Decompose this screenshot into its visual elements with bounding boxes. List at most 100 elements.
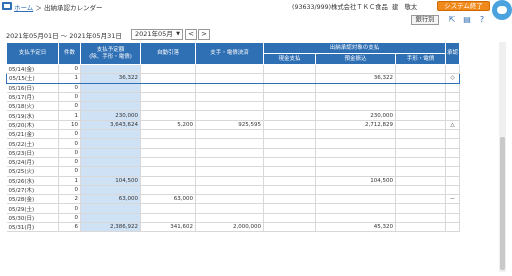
- month-select-value: 2021年05月: [135, 30, 173, 38]
- col-header-note[interactable]: 手形・電債: [395, 53, 446, 65]
- table-row[interactable]: 05/24(月) 0: [6, 157, 460, 168]
- row-total: 36,322: [80, 73, 141, 84]
- next-month-button[interactable]: >: [198, 29, 210, 40]
- col-header-date[interactable]: 支払予定日: [6, 42, 59, 65]
- row-note: [395, 120, 446, 131]
- table-row[interactable]: 05/15(土) 1 36,322 36,322 ◇: [6, 73, 460, 84]
- row-note: [395, 64, 446, 75]
- print-icon[interactable]: ▤: [462, 15, 472, 25]
- breadcrumb-home-link[interactable]: ホーム: [14, 4, 33, 12]
- calendar-table: 支払予定日 件数 支払予定額 (除、手形・電債) 自動引落 支手・電債決済 出納…: [6, 42, 460, 233]
- chevron-down-icon: ▼: [176, 31, 180, 37]
- home-icon[interactable]: [2, 2, 12, 10]
- row-total: [80, 92, 141, 103]
- row-payment: [195, 83, 264, 93]
- bank-view-button[interactable]: 銀行別: [411, 15, 439, 25]
- table-row[interactable]: 05/27(木) 0: [6, 185, 460, 196]
- row-cash: [263, 138, 316, 149]
- row-note: [395, 129, 446, 140]
- row-payment: [195, 148, 264, 158]
- table-row[interactable]: 05/23(日) 0: [6, 148, 460, 158]
- row-cash: [263, 222, 316, 233]
- scrollbar[interactable]: [499, 42, 506, 272]
- table-row[interactable]: 05/14(金) 0: [6, 64, 460, 75]
- table-row[interactable]: 05/28(金) 2 63,000 63,000 －: [6, 194, 460, 205]
- row-deposit: 45,320: [315, 222, 396, 233]
- col-header-count[interactable]: 件数: [58, 42, 81, 65]
- table-row[interactable]: 05/19(水) 1 230,000 230,000: [6, 110, 460, 121]
- row-date: 05/24(月): [6, 157, 59, 168]
- col-header-auto[interactable]: 自動引落: [140, 42, 196, 65]
- row-payment: [195, 129, 264, 140]
- scrollbar-thumb[interactable]: [500, 137, 505, 270]
- table-row[interactable]: 05/20(木) 10 3,643,624 5,200 925,595 2,712,829…: [6, 120, 460, 131]
- col-header-deposit[interactable]: 預金振込: [315, 53, 396, 65]
- row-approve-mark: ◇: [445, 73, 460, 84]
- breadcrumb: ホーム ＞ 出納承認カレンダー: [14, 2, 102, 12]
- row-payment: 2,000,000: [195, 222, 264, 233]
- row-cash: [263, 194, 316, 205]
- row-auto: [140, 166, 196, 177]
- row-note: [395, 73, 446, 84]
- table-row[interactable]: 05/21(金) 0: [6, 129, 460, 140]
- row-cash: [263, 83, 316, 93]
- row-auto: [140, 203, 196, 214]
- row-note: [395, 157, 446, 168]
- row-count: 10: [58, 120, 81, 131]
- row-approve-mark: [445, 157, 460, 168]
- row-auto: [140, 101, 196, 112]
- row-count: 0: [58, 129, 81, 140]
- row-deposit: [315, 138, 396, 149]
- row-count: 1: [58, 176, 81, 186]
- row-date: 05/29(土): [6, 203, 59, 214]
- row-deposit: [315, 64, 396, 75]
- row-deposit: 104,500: [315, 176, 396, 186]
- table-row[interactable]: 05/31(月) 6 2,386,922 341,602 2,000,000 45,320: [6, 222, 460, 233]
- row-cash: [263, 101, 316, 112]
- row-approve-mark: [445, 148, 460, 158]
- table-row[interactable]: 05/22(土) 0: [6, 138, 460, 149]
- table-row[interactable]: 05/25(火) 0: [6, 166, 460, 177]
- row-auto: [140, 83, 196, 93]
- row-note: [395, 203, 446, 214]
- col-header-payment[interactable]: 支手・電債決済: [195, 42, 264, 65]
- col-header-approve[interactable]: 承認: [445, 42, 460, 65]
- row-payment: [195, 157, 264, 168]
- row-approve-mark: [445, 101, 460, 112]
- row-payment: [195, 194, 264, 205]
- table-row[interactable]: 05/30(日) 0: [6, 213, 460, 224]
- row-date: 05/21(金): [6, 129, 59, 140]
- row-count: 0: [58, 148, 81, 158]
- month-select[interactable]: 2021年05月 ▼: [131, 29, 183, 40]
- row-note: [395, 185, 446, 196]
- row-approve-mark: －: [445, 194, 460, 205]
- row-note: [395, 148, 446, 158]
- row-count: 0: [58, 213, 81, 224]
- row-date: 05/28(金): [6, 194, 59, 205]
- row-note: [395, 138, 446, 149]
- row-count: 1: [58, 73, 81, 84]
- table-row[interactable]: 05/26(水) 1 104,500 104,500: [6, 176, 460, 186]
- table-row[interactable]: 05/29(土) 0: [6, 203, 460, 214]
- row-approve-mark: [445, 129, 460, 140]
- row-note: [395, 213, 446, 224]
- row-payment: [195, 166, 264, 177]
- col-header-total[interactable]: 支払予定額 (除、手形・電債): [80, 42, 141, 65]
- row-deposit: [315, 185, 396, 196]
- system-exit-button[interactable]: システム終了: [437, 1, 490, 11]
- row-date: 05/27(木): [6, 185, 59, 196]
- row-cash: [263, 64, 316, 75]
- row-auto: [140, 176, 196, 186]
- prev-month-button[interactable]: <: [185, 29, 197, 40]
- table-row[interactable]: 05/17(月) 0: [6, 92, 460, 103]
- row-approve-mark: [445, 83, 460, 93]
- row-cash: [263, 203, 316, 214]
- external-link-icon[interactable]: ⇱: [447, 15, 457, 25]
- row-total: [80, 213, 141, 224]
- row-date: 05/31(月): [6, 222, 59, 233]
- row-deposit: 2,712,829: [315, 120, 396, 131]
- table-row[interactable]: 05/16(日) 0: [6, 83, 460, 93]
- help-icon[interactable]: ?: [477, 15, 487, 25]
- table-row[interactable]: 05/18(火) 0: [6, 101, 460, 112]
- col-header-cash[interactable]: 現金支払: [263, 53, 316, 65]
